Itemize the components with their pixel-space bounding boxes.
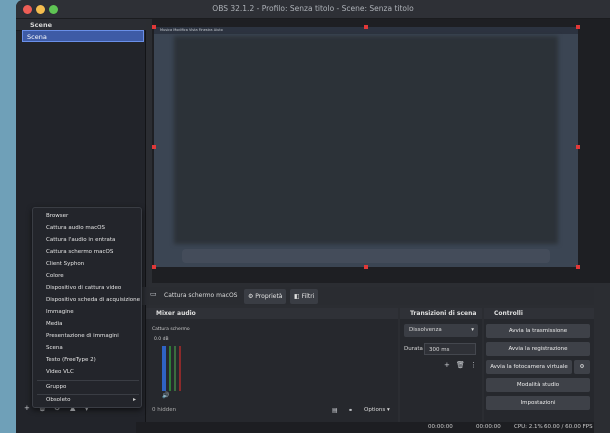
filters-label: Filtri	[301, 293, 315, 300]
status-bar: 00:00:00 00:00:00 CPU: 2.1% 60.00 / 60.0…	[136, 422, 594, 433]
resize-handle[interactable]	[152, 265, 156, 269]
menu-item[interactable]: Cattura schermo macOS	[46, 249, 113, 255]
menu-item-deprecated[interactable]: Obsoleto	[46, 397, 70, 403]
fps-readout: 60.00 / 60.00 FPS	[544, 424, 593, 430]
studio-mode-button[interactable]: Modalità studio	[486, 378, 590, 392]
transition-value: Dissolvenza	[409, 327, 442, 333]
layout-icon[interactable]: ▤	[332, 407, 338, 414]
record-time: 00:00:00	[476, 424, 501, 430]
controls-panel: Controlli Avvia la trasmissione Avvia la…	[484, 308, 594, 422]
settings-button[interactable]: Impostazioni	[486, 396, 590, 410]
menu-item[interactable]: Cattura audio macOS	[46, 225, 105, 231]
selected-source-label: Cattura schermo macOS	[164, 292, 238, 299]
menu-separator	[37, 394, 139, 395]
chevron-right-icon: ▸	[132, 396, 136, 403]
resize-handle[interactable]	[576, 265, 580, 269]
transition-select[interactable]: Dissolvenza ▾	[404, 324, 478, 337]
duration-input[interactable]: 300 ms	[424, 343, 476, 355]
volume-meter	[174, 346, 176, 391]
window-title: OBS 32.1.2 - Profilo: Senza titolo - Sce…	[212, 4, 414, 13]
menu-item[interactable]: Client Syphon	[46, 261, 84, 267]
resize-handle[interactable]	[364, 265, 368, 269]
mixer-header: Mixer audio	[146, 308, 398, 319]
add-source-menu: Browser Cattura audio macOS Cattura l'au…	[32, 207, 142, 408]
start-recording-button[interactable]: Avvia la registrazione	[486, 342, 590, 356]
volume-meter	[179, 346, 181, 391]
menu-item[interactable]: Colore	[46, 273, 64, 279]
more-icon[interactable]: ⋮	[470, 361, 477, 369]
duration-label: Durata	[404, 346, 423, 352]
options-button[interactable]: Options ▾	[364, 407, 390, 413]
menu-item[interactable]: Scena	[46, 345, 63, 351]
menu-item[interactable]: Video VLC	[46, 369, 74, 375]
cpu-usage: CPU: 2.1%	[514, 424, 543, 430]
volume-meter	[169, 346, 171, 391]
link-icon[interactable]: ⚭	[348, 407, 353, 414]
menu-separator	[37, 380, 139, 381]
menu-item[interactable]: Presentazione di immagini	[46, 333, 119, 339]
resize-handle[interactable]	[152, 145, 156, 149]
add-transition-icon[interactable]: +	[444, 361, 450, 369]
menu-item[interactable]: Dispositivo scheda di acquisizione	[46, 297, 140, 303]
menu-item[interactable]: Immagine	[46, 309, 74, 315]
mixer-level: 0.0 dB	[154, 337, 169, 342]
menu-item[interactable]: Cattura l'audio in entrata	[46, 237, 115, 243]
controls-header: Controlli	[484, 308, 594, 319]
virtual-camera-gear-icon[interactable]: ⚙	[574, 360, 590, 374]
title-bar: OBS 32.1.2 - Profilo: Senza titolo - Sce…	[16, 0, 610, 19]
chevron-down-icon: ▾	[471, 327, 474, 333]
scene-transitions: Transizioni di scena Dissolvenza ▾ Durata…	[400, 308, 482, 422]
mixer-channel-name: Cattura schermo	[152, 327, 190, 332]
menu-item[interactable]: Browser	[46, 213, 68, 219]
source-toolbar: ▭ Cattura schermo macOS ⚙ Proprietà ◧ Fi…	[136, 287, 594, 305]
filters-button[interactable]: ◧ Filtri	[290, 289, 319, 304]
add-source-icon[interactable]: +	[24, 404, 30, 412]
menu-item-group[interactable]: Gruppo	[46, 384, 66, 390]
speaker-icon[interactable]: 🔊	[162, 392, 169, 399]
trash-icon[interactable]: 🗑	[456, 361, 465, 369]
resize-handle[interactable]	[576, 25, 580, 29]
captured-dock	[182, 249, 550, 263]
resize-handle[interactable]	[364, 25, 368, 29]
transitions-header: Transizioni di scena	[400, 308, 482, 319]
properties-button[interactable]: ⚙ Proprietà	[244, 289, 287, 304]
resize-handle[interactable]	[152, 25, 156, 29]
options-label: Options	[364, 407, 386, 413]
hidden-count: 0 hidden	[152, 407, 177, 413]
audio-mixer: Mixer audio Cattura schermo 0.0 dB 🔊 0 h…	[146, 308, 398, 422]
stream-time: 00:00:00	[428, 424, 453, 430]
menu-item[interactable]: Media	[46, 321, 63, 327]
duration-value: 300 ms	[429, 347, 450, 353]
start-streaming-button[interactable]: Avvia la trasmissione	[486, 324, 590, 338]
monitor-icon: ▭	[150, 290, 157, 298]
menu-item[interactable]: Testo (FreeType 2)	[46, 357, 96, 363]
properties-label: Proprietà	[255, 293, 283, 300]
start-virtual-camera-button[interactable]: Avvia la fotocamera virtuale	[486, 360, 572, 374]
blurred-window	[174, 36, 558, 244]
resize-handle[interactable]	[576, 145, 580, 149]
captured-screen: Musica Modifica Vista Finestra Aiuto	[154, 27, 578, 267]
volume-slider[interactable]	[162, 346, 166, 391]
menu-item[interactable]: Dispositivo di cattura video	[46, 285, 121, 291]
scene-list-item[interactable]: Scena	[22, 30, 144, 42]
